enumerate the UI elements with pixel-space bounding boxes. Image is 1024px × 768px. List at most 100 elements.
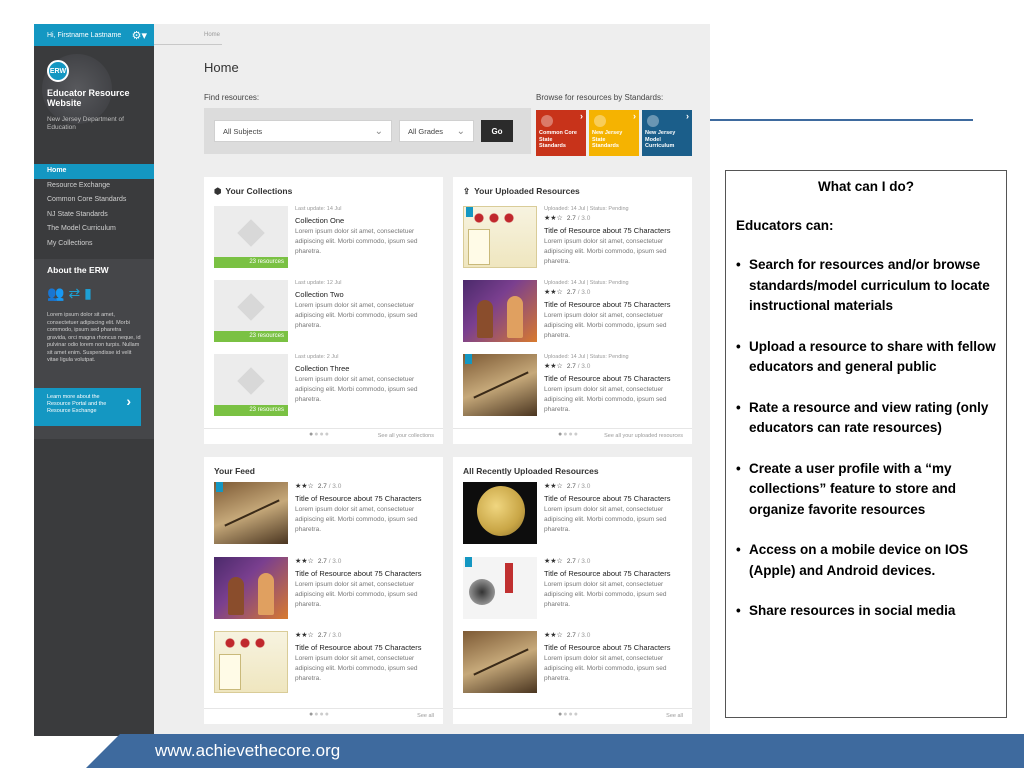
go-button[interactable]: Go <box>481 120 513 142</box>
uploaded-title-text: Your Uploaded Resources <box>474 186 580 196</box>
rating: ★★☆ 2.7 / 3.0 <box>544 214 590 222</box>
see-all-feed-link[interactable]: See all <box>417 713 434 719</box>
resource-item[interactable]: ★★☆ 2.7 / 3.0 Title of Resource about 75 … <box>463 482 685 546</box>
resource-title[interactable]: Title of Resource about 75 Characters <box>544 569 670 578</box>
resource-desc: Lorem ipsum dolor sit amet, consectetuer… <box>544 581 667 608</box>
info-lead: Educators can: <box>736 218 834 233</box>
star-rating-icon: ★★☆ <box>295 632 314 639</box>
resource-item[interactable]: Uploaded: 14 Jul | Status: Pending ★★☆ 2.… <box>463 206 685 270</box>
resource-desc: Lorem ipsum dolor sit amet, consectetuer… <box>544 506 667 533</box>
resource-title[interactable]: Title of Resource about 75 Characters <box>295 569 421 578</box>
shuffle-icon: ⇄ <box>68 285 81 301</box>
see-all-collections-link[interactable]: See all your collections <box>378 433 434 439</box>
bookmark-icon[interactable] <box>216 482 223 492</box>
pagination-dots[interactable]: ●●●● <box>558 711 579 718</box>
nav-item-home[interactable]: Home <box>34 164 154 179</box>
info-bullet: Search for resources and/or browse stand… <box>736 255 996 317</box>
subject-select[interactable]: All Subjects ⌄ <box>214 120 392 142</box>
model-curriculum-tile[interactable]: › New Jersey Model Curriculum <box>642 110 692 156</box>
common-core-tile[interactable]: › Common Core State Standards <box>536 110 586 156</box>
gear-icon[interactable]: ⚙▾ <box>132 29 147 42</box>
resource-title[interactable]: Title of Resource about 75 Characters <box>544 300 670 309</box>
resource-item[interactable]: Uploaded: 14 Jul | Status: Pending ★★☆ 2.… <box>463 280 685 344</box>
slide: Hi, Firstname Lastname ⚙▾ ERW Educator R… <box>0 0 1024 768</box>
resource-title[interactable]: Title of Resource about 75 Characters <box>544 494 670 503</box>
info-bullet: Create a user profile with a “my collect… <box>736 459 996 521</box>
info-bullet: Access on a mobile device on IOS (Apple)… <box>736 540 996 581</box>
nj-standards-tile[interactable]: › New Jersey State Standards <box>589 110 639 156</box>
resource-thumbnail <box>463 206 537 268</box>
resource-title[interactable]: Title of Resource about 75 Characters <box>544 374 670 383</box>
collection-item[interactable]: 23 resources Last update: 14 Jul Collect… <box>214 206 436 270</box>
nav-item-model-curriculum[interactable]: The Model Curriculum <box>34 222 154 237</box>
collection-title[interactable]: Collection One <box>295 216 344 225</box>
chevron-right-icon: › <box>580 111 583 121</box>
rating: ★★☆ 2.7 / 3.0 <box>544 288 590 296</box>
collections-title-text: Your Collections <box>225 186 293 196</box>
collection-meta: Last update: 14 Jul <box>295 206 342 212</box>
accent-line <box>710 119 973 121</box>
collection-item[interactable]: 23 resources Last update: 2 Jul Collecti… <box>214 354 436 418</box>
grade-select[interactable]: All Grades ⌄ <box>399 120 474 142</box>
see-all-recent-link[interactable]: See all <box>666 713 683 719</box>
resource-desc: Lorem ipsum dolor sit amet, consectetuer… <box>544 655 667 682</box>
resource-item[interactable]: ★★☆ 2.7 / 3.0 Title of Resource about 75 … <box>214 557 436 621</box>
star-rating-icon: ★★☆ <box>544 215 563 222</box>
users-icon: 👥 <box>47 285 65 301</box>
user-bar[interactable]: Hi, Firstname Lastname ⚙▾ <box>34 24 154 46</box>
see-all-uploaded-link[interactable]: See all your uploaded resources <box>604 433 683 439</box>
resource-desc: Lorem ipsum dolor sit amet, consectetuer… <box>544 312 667 339</box>
rating-max: / 3.0 <box>577 289 591 296</box>
learn-more-button[interactable]: Learn more about the Resource Portal and… <box>34 388 141 426</box>
rating-score: 2.7 <box>566 215 576 222</box>
rating-score: 2.7 <box>317 632 327 639</box>
breadcrumb[interactable]: Home <box>204 32 220 38</box>
resource-item[interactable]: ★★☆ 2.7 / 3.0 Title of Resource about 75 … <box>214 482 436 546</box>
nav-item-common-core[interactable]: Common Core Standards <box>34 193 154 208</box>
resource-title[interactable]: Title of Resource about 75 Characters <box>295 494 421 503</box>
pagination-dots[interactable]: ●●●● <box>558 431 579 438</box>
resource-item[interactable]: Uploaded: 14 Jul | Status: Pending ★★☆ 2.… <box>463 354 685 418</box>
resource-item[interactable]: ★★☆ 2.7 / 3.0 Title of Resource about 75 … <box>463 557 685 621</box>
resource-item[interactable]: ★★☆ 2.7 / 3.0 Title of Resource about 75 … <box>463 631 685 695</box>
resource-title[interactable]: Title of Resource about 75 Characters <box>544 226 670 235</box>
rating: ★★☆ 2.7 / 3.0 <box>295 631 341 639</box>
sidebar: Hi, Firstname Lastname ⚙▾ ERW Educator R… <box>34 24 154 736</box>
user-greeting[interactable]: Hi, Firstname Lastname <box>47 32 121 39</box>
resource-meta: Uploaded: 14 Jul | Status: Pending <box>544 354 629 360</box>
rating-score: 2.7 <box>566 632 576 639</box>
collection-title[interactable]: Collection Two <box>295 290 344 299</box>
rating-score: 2.7 <box>566 289 576 296</box>
common-core-tile-label: Common Core State Standards <box>539 130 577 149</box>
standards-label: Browse for resources by Standards: <box>536 93 664 102</box>
resource-title[interactable]: Title of Resource about 75 Characters <box>295 643 421 652</box>
pagination-dots[interactable]: ●●●● <box>309 711 330 718</box>
resource-desc: Lorem ipsum dolor sit amet, consectetuer… <box>295 506 418 533</box>
resource-thumbnail <box>463 482 537 544</box>
info-box: What can I do? Educators can: Search for… <box>725 170 1007 718</box>
pagination-dots[interactable]: ●●●● <box>309 431 330 438</box>
collection-title[interactable]: Collection Three <box>295 364 349 373</box>
department-name: New Jersey Department of Education <box>47 116 124 131</box>
nav-item-resource-exchange[interactable]: Resource Exchange <box>34 179 154 194</box>
bookmark-icon[interactable] <box>465 557 472 567</box>
resource-title[interactable]: Title of Resource about 75 Characters <box>544 643 670 652</box>
collection-item[interactable]: 23 resources Last update: 12 Jul Collect… <box>214 280 436 344</box>
collection-desc: Lorem ipsum dolor sit amet, consectetuer… <box>295 302 418 329</box>
collection-thumbnail: 23 resources <box>214 206 288 268</box>
standards-icon <box>541 115 553 127</box>
rating-max: / 3.0 <box>577 558 591 565</box>
nav-item-nj-standards[interactable]: NJ State Standards <box>34 208 154 223</box>
bookmark-icon[interactable] <box>466 207 473 217</box>
bookmark-icon[interactable] <box>465 354 472 364</box>
nav-item-my-collections[interactable]: My Collections <box>34 237 154 252</box>
collections-panel: ⬢ Your Collections 23 resources Last upda… <box>204 177 443 444</box>
chevron-down-icon: ⌄ <box>456 125 465 137</box>
cube-icon: ⬢ <box>214 186 222 196</box>
resource-thumbnail <box>463 354 537 416</box>
info-bullet: Rate a resource and view rating (only ed… <box>736 398 996 439</box>
resource-desc: Lorem ipsum dolor sit amet, consectetuer… <box>544 238 667 265</box>
about-icons: 👥 ⇄ ▮ <box>47 285 141 302</box>
site-logo[interactable]: ERW Educator Resource Website New Jersey… <box>34 46 154 164</box>
resource-item[interactable]: ★★☆ 2.7 / 3.0 Title of Resource about 75 … <box>214 631 436 695</box>
